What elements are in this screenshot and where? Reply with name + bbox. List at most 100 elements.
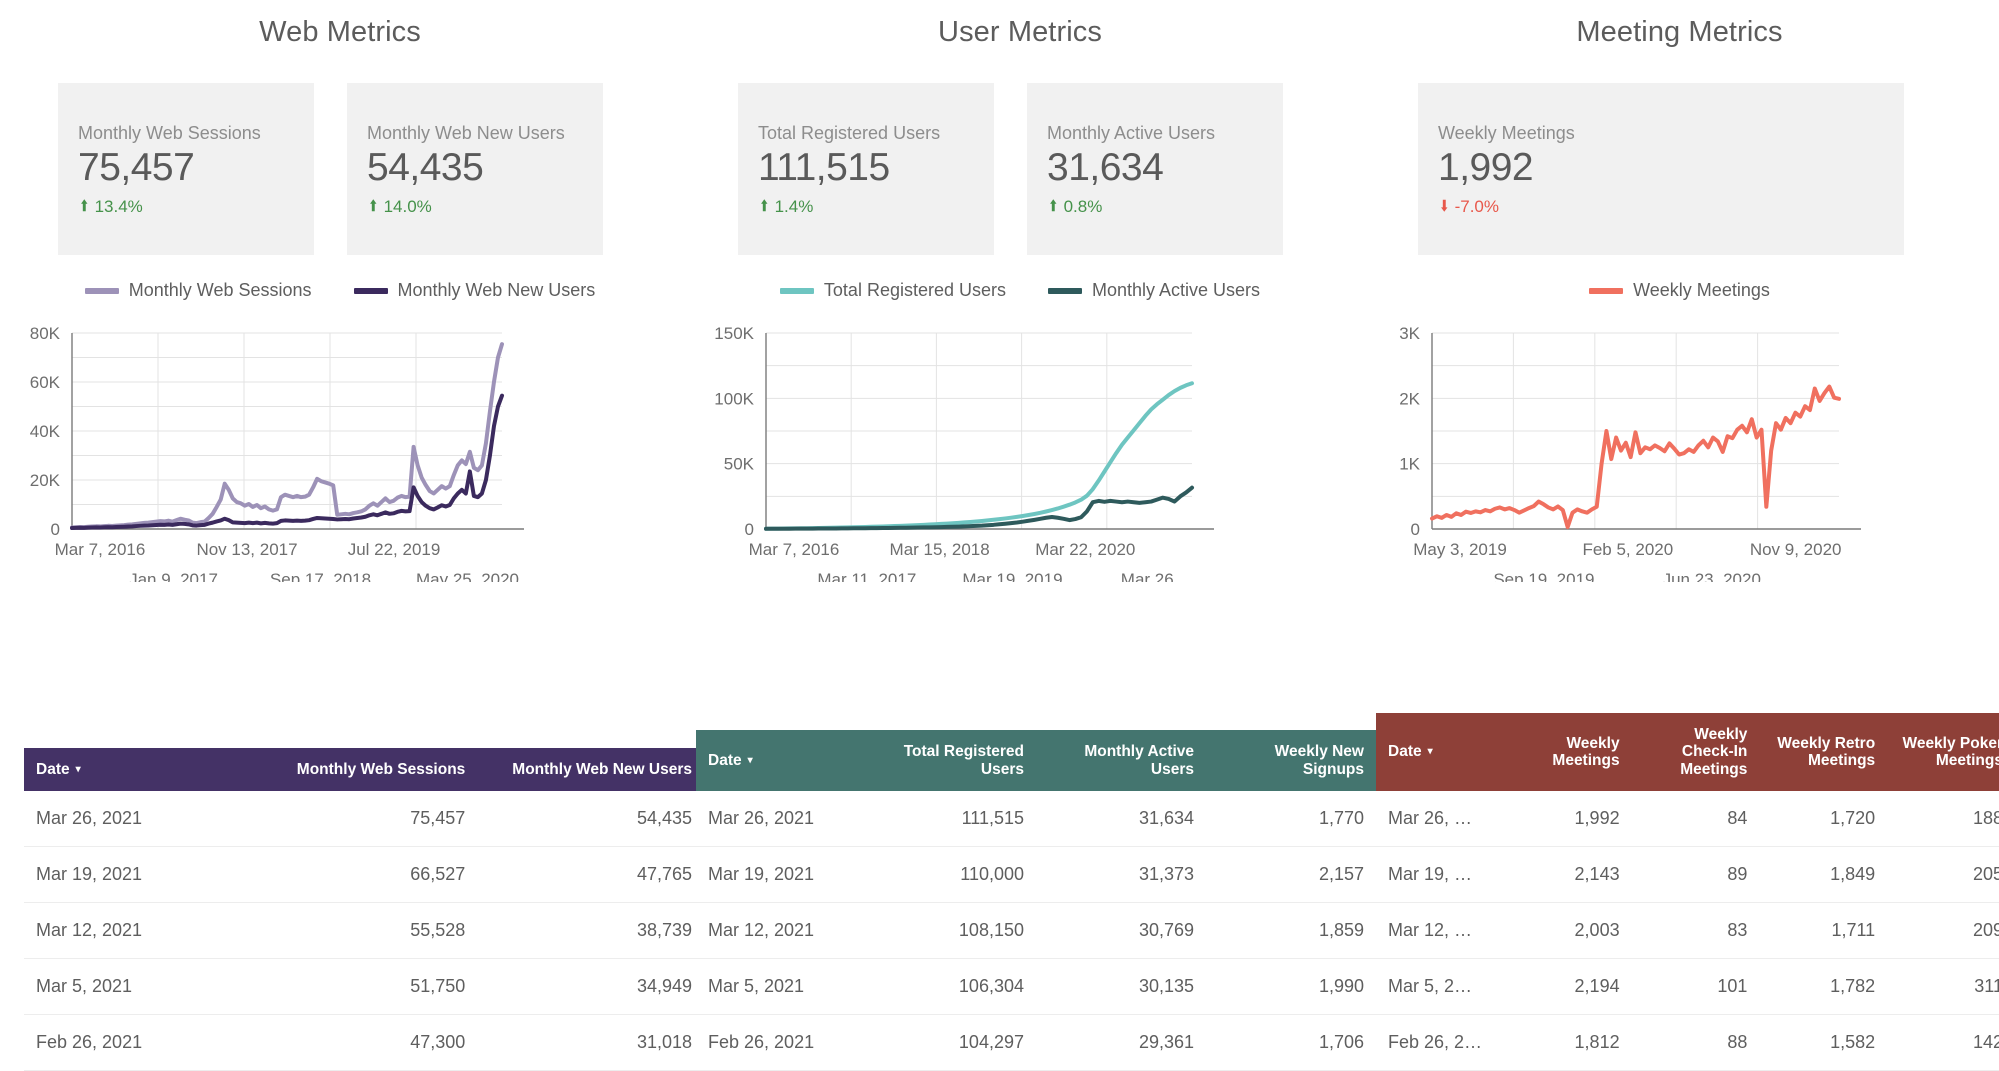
chart-web-metrics[interactable]: 0 20K 40K 60K 80K Mar 7, 2016 Nov 13, 2017 Jul … (0, 317, 680, 582)
kpi-card-total-registered-users[interactable]: Total Registered Users 111,515 ⬆ 1.4% (738, 83, 994, 255)
table-row[interactable]: Feb 26, 2021 47,300 31,018 (24, 1014, 704, 1071)
svg-text:1K: 1K (1399, 455, 1420, 474)
legend-item[interactable]: Monthly Active Users (1048, 280, 1260, 301)
svg-text:Mar 26,…: Mar 26,… (1121, 570, 1196, 582)
cell-value: 84 (1631, 791, 1760, 847)
column-header-weekly-poker-meetings[interactable]: Weekly Poker Meetings (1887, 713, 1999, 791)
table-row[interactable]: Mar 5, 2021 106,304 30,135 1,990 (696, 958, 1376, 1015)
svg-text:May 3, 2019: May 3, 2019 (1413, 540, 1507, 559)
svg-text:Jul 22, 2019: Jul 22, 2019 (348, 540, 441, 559)
line-chart-svg: 0 50K 100K 150K Mar 7, 2016 Mar 15, 2018 Mar 2… (714, 324, 1214, 582)
legend-swatch-icon (779, 287, 814, 294)
cell-value: 30,135 (1036, 958, 1206, 1015)
kpi-row-web: Monthly Web Sessions 75,457 ⬆ 13.4% Mont… (0, 49, 680, 255)
svg-text:40K: 40K (30, 422, 61, 441)
cell-value: 31,634 (1036, 791, 1206, 847)
table-container-user: Date ▾ Total Registered Users Monthly Activ… (680, 730, 1376, 1071)
cell-value: 110,000 (866, 846, 1036, 903)
table-row[interactable]: Mar 5, 2…2,1941011,782311 (1376, 958, 1999, 1015)
column-header-date[interactable]: Date ▾ (696, 730, 866, 791)
status-badge: ⬆ 13.4% (78, 197, 314, 217)
cell-value: 2,157 (1206, 846, 1376, 903)
legend-item[interactable]: Total Registered Users (779, 280, 1006, 301)
svg-text:150K: 150K (714, 324, 754, 343)
svg-text:Jun 23, 2020: Jun 23, 2020 (1663, 570, 1761, 582)
column-header-date[interactable]: Date ▾ (24, 748, 251, 791)
legend-item[interactable]: Monthly Web Sessions (84, 280, 312, 301)
column-header-weekly-new-signups[interactable]: Weekly New Signups (1206, 730, 1376, 791)
sort-descending-icon: ▾ (747, 754, 753, 766)
chart-legend-web: Monthly Web Sessions Monthly Web New Use… (0, 280, 680, 301)
kpi-row-meeting: Weekly Meetings 1,992 ⬇ -7.0% (1360, 49, 1999, 255)
cell-value: 89 (1631, 846, 1760, 903)
table-container-meeting: Date ▾ Weekly Meetings Weekly Check-In Meet… (1360, 712, 1999, 1071)
column-header-monthly-active-users[interactable]: Monthly Active Users (1036, 730, 1206, 791)
svg-text:3K: 3K (1399, 324, 1420, 343)
cell-date: Feb 26, 2021 (696, 1014, 866, 1071)
sort-descending-icon: ▾ (1427, 746, 1433, 758)
table-row[interactable]: Feb 26, 2…1,812881,582142 (1376, 1014, 1999, 1071)
cell-value: 2,143 (1503, 846, 1632, 903)
table-row[interactable]: Mar 19, …2,143891,849205 (1376, 846, 1999, 903)
legend-item[interactable]: Weekly Meetings (1589, 280, 1770, 301)
data-table-meeting[interactable]: Date ▾ Weekly Meetings Weekly Check-In Meet… (1376, 712, 1999, 1071)
svg-text:Mar 11, 2017: Mar 11, 2017 (817, 570, 916, 582)
table-row[interactable]: Mar 19, 2021 66,527 47,765 (24, 846, 704, 903)
cell-value: 111,515 (866, 791, 1036, 847)
legend-item[interactable]: Monthly Web New Users (353, 280, 595, 301)
kpi-card-weekly-meetings[interactable]: Weekly Meetings 1,992 ⬇ -7.0% (1418, 83, 1904, 255)
arrow-up-icon: ⬆ (759, 198, 769, 216)
chart-meeting-metrics[interactable]: 0 1K 2K 3K May 3, 2019 Feb 5, 2020 Nov 9, 2020… (1360, 317, 1999, 582)
table-row[interactable]: Mar 12, 2021 108,150 30,769 1,859 (696, 902, 1376, 959)
kpi-label: Monthly Web New Users (367, 123, 565, 143)
cell-date: Mar 12, 2021 (696, 902, 866, 959)
table-row[interactable]: Mar 26, 2021 111,515 31,634 1,770 (696, 791, 1376, 847)
column-header-weekly-retro-meetings[interactable]: Weekly Retro Meetings (1759, 713, 1887, 791)
column-header-date[interactable]: Date ▾ (1376, 713, 1504, 791)
kpi-value: 31,634 (1047, 146, 1164, 189)
column-header-weekly-meetings[interactable]: Weekly Meetings (1504, 713, 1632, 791)
svg-text:Nov 9, 2020: Nov 9, 2020 (1750, 540, 1842, 559)
table-row[interactable]: Mar 5, 2021 51,750 34,949 (24, 958, 704, 1015)
svg-text:Jan 9, 2017: Jan 9, 2017 (129, 570, 218, 582)
table-container-web: Date ▾ Monthly Web Sessions Monthly Web New… (0, 747, 704, 1071)
table-row[interactable]: Mar 19, 2021 110,000 31,373 2,157 (696, 846, 1376, 903)
svg-text:Sep 19, 2019: Sep 19, 2019 (1493, 570, 1594, 582)
cell-value: 1,582 (1759, 1014, 1888, 1071)
cell-date: Mar 5, 2021 (696, 958, 866, 1015)
cell-value: 2,003 (1503, 902, 1632, 959)
table-row[interactable]: Mar 26, 2021 75,457 54,435 (24, 791, 704, 847)
table-row[interactable]: Mar 26, …1,992841,720188 (1376, 791, 1999, 847)
table-header-row: Date ▾ Total Registered Users Monthly Activ… (696, 730, 1376, 791)
kpi-value: 111,515 (758, 146, 890, 189)
status-badge: ⬇ -7.0% (1438, 197, 1904, 217)
data-table-web[interactable]: Date ▾ Monthly Web Sessions Monthly Web New… (24, 747, 704, 1071)
table-row[interactable]: Mar 12, …2,003831,711209 (1376, 902, 1999, 959)
cell-value: 54,435 (477, 791, 704, 847)
table-header-row: Date ▾ Monthly Web Sessions Monthly Web New… (24, 747, 704, 791)
cell-value: 209 (1887, 902, 1999, 959)
svg-text:Nov 13, 2017: Nov 13, 2017 (196, 540, 297, 559)
kpi-card-monthly-web-new-users[interactable]: Monthly Web New Users 54,435 ⬆ 14.0% (347, 83, 603, 255)
data-table-user[interactable]: Date ▾ Total Registered Users Monthly Activ… (696, 730, 1376, 1071)
table-row[interactable]: Mar 12, 2021 55,528 38,739 (24, 902, 704, 959)
svg-text:0: 0 (745, 520, 754, 539)
kpi-card-monthly-active-users[interactable]: Monthly Active Users 31,634 ⬆ 0.8% (1027, 83, 1283, 255)
table-row[interactable]: Feb 26, 2021 104,297 29,361 1,706 (696, 1014, 1376, 1071)
column-header-monthly-web-new-users[interactable]: Monthly Web New Users (477, 748, 704, 791)
chart-user-metrics[interactable]: 0 50K 100K 150K Mar 7, 2016 Mar 15, 2018 Mar 2… (680, 317, 1360, 582)
cell-value: 83 (1631, 902, 1760, 959)
column-header-total-registered-users[interactable]: Total Registered Users (866, 730, 1036, 791)
cell-value: 1,990 (1206, 958, 1376, 1015)
column-header-monthly-web-sessions[interactable]: Monthly Web Sessions (251, 748, 478, 791)
svg-text:May 25, 2020: May 25, 2020 (416, 570, 519, 582)
cell-value: 31,018 (477, 1014, 704, 1071)
cell-value: 1,859 (1206, 902, 1376, 959)
page-title-meeting: Meeting Metrics (1576, 16, 1783, 48)
cell-value: 30,769 (1036, 902, 1206, 959)
legend-label: Monthly Active Users (1092, 280, 1261, 300)
cell-value: 66,527 (250, 846, 478, 903)
kpi-value: 1,992 (1438, 146, 1534, 189)
column-header-weekly-check-in-meetings[interactable]: Weekly Check-In Meetings (1632, 713, 1760, 791)
kpi-card-monthly-web-sessions[interactable]: Monthly Web Sessions 75,457 ⬆ 13.4% (58, 83, 314, 255)
